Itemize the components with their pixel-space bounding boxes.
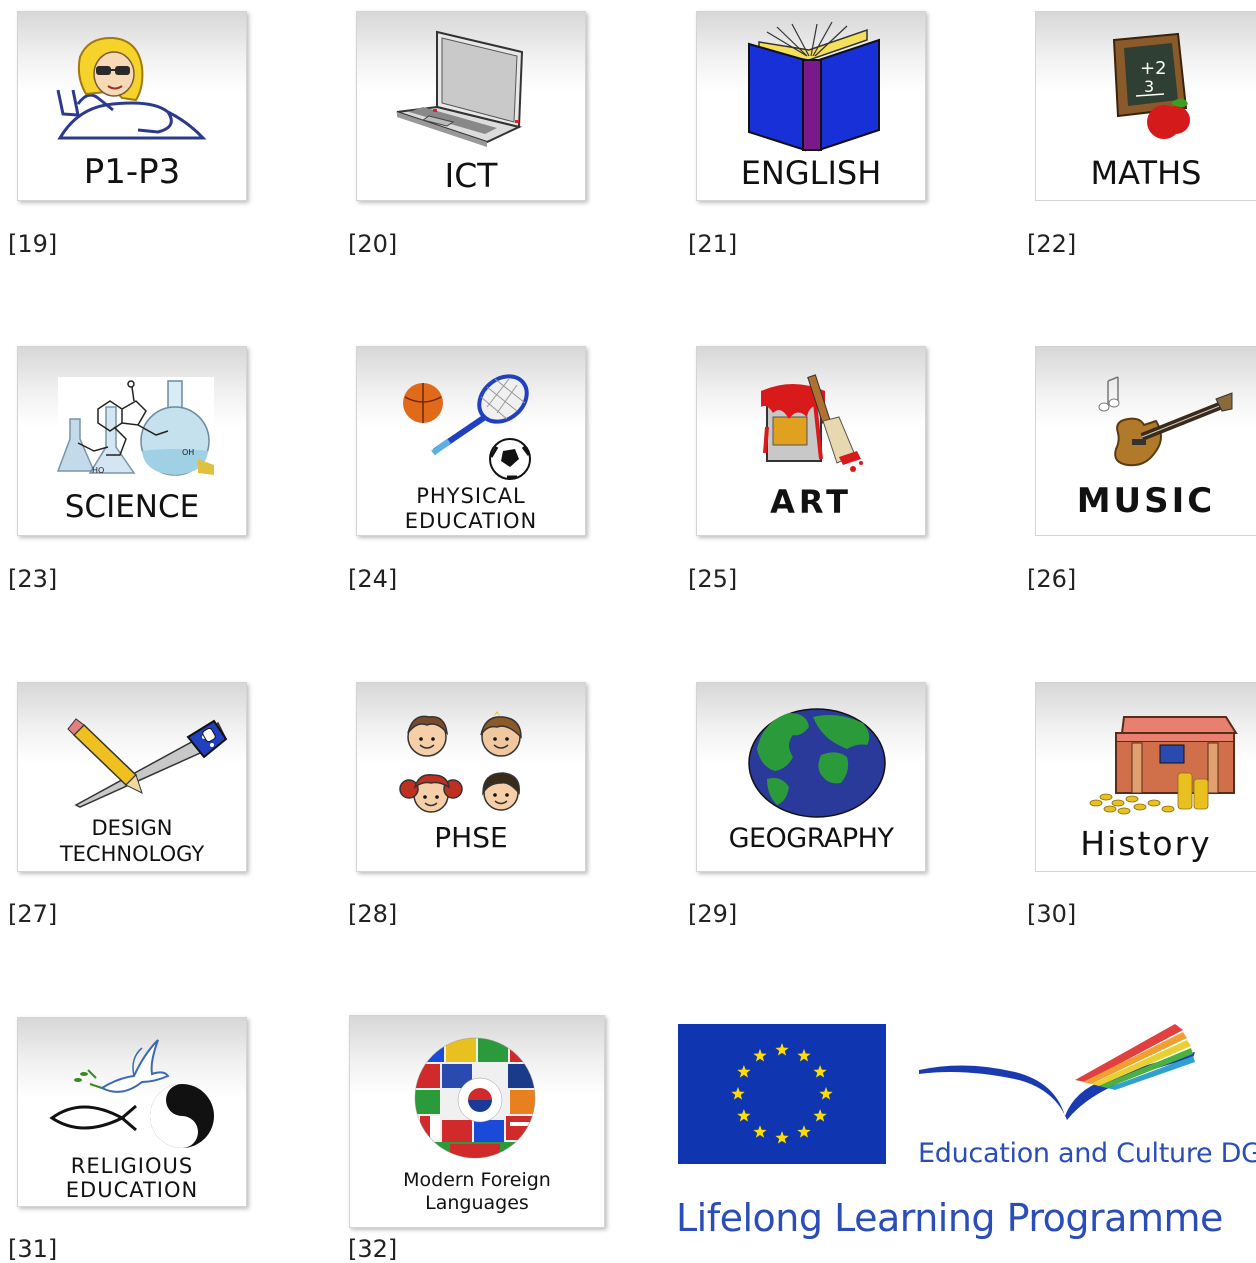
tile-music[interactable]: MUSIC: [1035, 346, 1256, 536]
tile-label-line-1: PHYSICAL: [416, 484, 526, 508]
tile-p1-p3[interactable]: P1-P3: [17, 11, 247, 201]
tile-label-line-1: RELIGIOUS: [70, 1154, 194, 1178]
eu-stars-icon: [731, 1043, 833, 1144]
eu-star-icon: [737, 1109, 751, 1122]
board-line-1: +2: [1140, 58, 1167, 79]
eu-star-icon: [775, 1043, 789, 1056]
tile-geography[interactable]: GEOGRAPHY: [696, 682, 926, 872]
eu-star-icon: [753, 1125, 767, 1138]
tile-label: P1-P3: [83, 152, 181, 192]
tile-label: SCIENCE: [64, 489, 200, 525]
tile-label-line-2: EDUCATION: [65, 1178, 199, 1202]
tile-maths[interactable]: +2 3 MATHS: [1035, 11, 1256, 201]
education-culture-dg-text: Education and Culture DG: [918, 1138, 1256, 1169]
chem-label-2: OH: [182, 448, 194, 457]
tile-label-line-1: Modern Foreign: [403, 1169, 551, 1191]
tile-history[interactable]: History: [1035, 682, 1256, 872]
reference-number: [29]: [688, 900, 738, 928]
eu-flag-logo: [678, 1024, 886, 1164]
tile-label-line-1: DESIGN: [91, 816, 173, 840]
eu-star-icon: [737, 1065, 751, 1078]
tile-design-technology[interactable]: DESIGN TECHNOLOGY: [17, 682, 247, 872]
reference-number: [26]: [1027, 565, 1077, 593]
eu-star-icon: [819, 1087, 833, 1100]
tile-label: GEOGRAPHY: [728, 823, 894, 854]
tile-physical-education[interactable]: PHYSICAL EDUCATION: [356, 346, 586, 536]
reference-number: [30]: [1027, 900, 1077, 928]
eu-star-icon: [775, 1131, 789, 1144]
tile-label-line-2: Languages: [425, 1192, 529, 1214]
eu-star-icon: [797, 1048, 811, 1062]
reference-number: [21]: [688, 230, 738, 258]
tile-label: MUSIC: [1076, 481, 1216, 521]
tile-label: ICT: [444, 156, 498, 195]
reference-number: [22]: [1027, 230, 1077, 258]
reference-number: [20]: [348, 230, 398, 258]
tile-modern-foreign-languages[interactable]: Modern Foreign Languages: [349, 1015, 605, 1228]
tile-label: ART: [770, 483, 852, 521]
board-line-2: 3: [1144, 77, 1154, 96]
eu-star-icon: [797, 1125, 811, 1138]
tile-art[interactable]: ART: [696, 346, 926, 536]
tile-english[interactable]: ENGLISH: [696, 11, 926, 201]
tile-label: ENGLISH: [740, 154, 882, 192]
reference-number: [19]: [8, 230, 58, 258]
chem-label-1: HO: [92, 466, 104, 475]
lifelong-learning-programme-text: Lifelong Learning Programme: [676, 1196, 1223, 1240]
reference-number: [28]: [348, 900, 398, 928]
tile-label: History: [1080, 824, 1212, 863]
tile-science[interactable]: HO OH SCIENCE: [17, 346, 247, 536]
lifelong-learning-swoosh-logo: [919, 1024, 1195, 1120]
reference-number: [25]: [688, 565, 738, 593]
reference-number: [31]: [8, 1235, 58, 1263]
reference-number: [24]: [348, 565, 398, 593]
tile-label-line-2: EDUCATION: [404, 509, 538, 533]
tile-label: MATHS: [1090, 154, 1202, 192]
eu-star-icon: [813, 1109, 827, 1122]
eu-star-icon: [813, 1065, 827, 1078]
eu-star-icon: [731, 1087, 745, 1100]
tile-label-line-2: TECHNOLOGY: [59, 842, 205, 866]
reference-number: [32]: [348, 1235, 398, 1263]
eu-star-icon: [753, 1048, 767, 1062]
reference-number: [27]: [8, 900, 58, 928]
tile-religious-education[interactable]: RELIGIOUS EDUCATION: [17, 1017, 247, 1207]
tile-phse[interactable]: PHSE: [356, 682, 586, 872]
reference-number: [23]: [8, 565, 58, 593]
tile-ict[interactable]: ICT: [356, 11, 586, 201]
tile-label: PHSE: [434, 821, 508, 854]
